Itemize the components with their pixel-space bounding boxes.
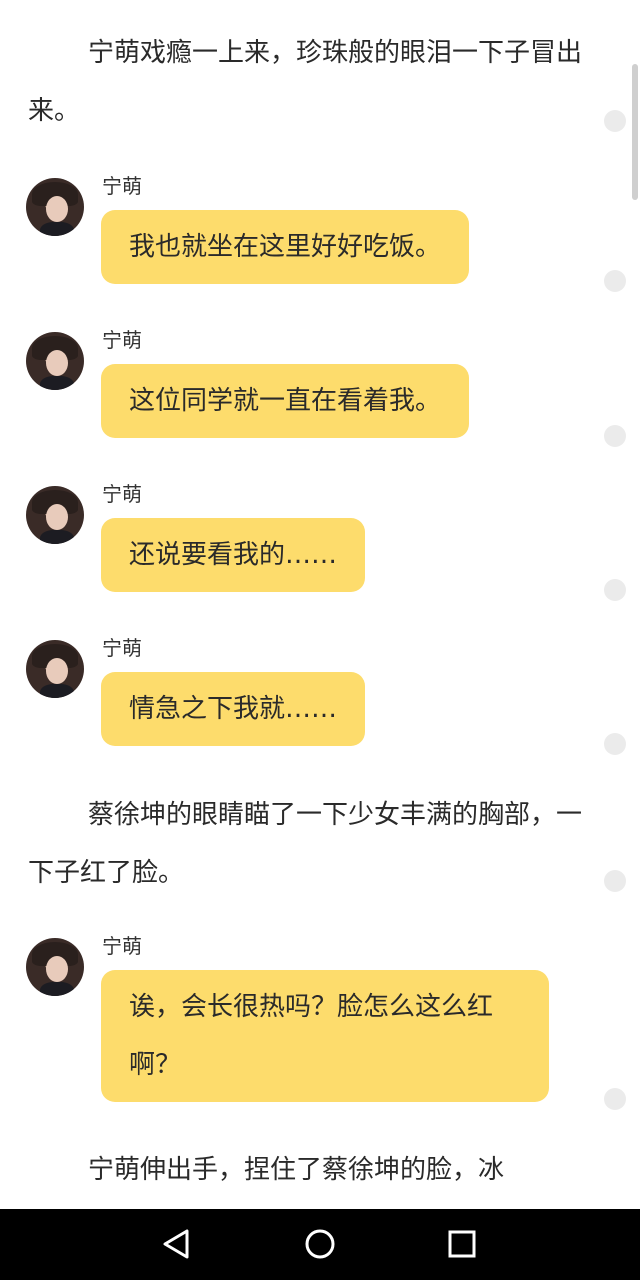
scrollbar[interactable] (632, 64, 638, 200)
message-bubble: 情急之下我就…… (101, 672, 366, 746)
narration-text: 蔡徐坤的眼睛瞄了一下少女丰满的胸部，一下子红了脸。 (28, 800, 583, 888)
message-bubble: 还说要看我的…… (101, 518, 366, 592)
sender-name: 宁萌 (102, 174, 142, 198)
page-dot (604, 870, 626, 892)
page-dot (604, 425, 626, 447)
sender-name: 宁萌 (102, 482, 142, 506)
recent-square-icon[interactable] (445, 1227, 479, 1261)
home-circle-icon[interactable] (303, 1227, 337, 1261)
page-dot (604, 110, 626, 132)
page-dot (604, 733, 626, 755)
avatar[interactable] (26, 178, 84, 236)
system-navigation-bar (0, 1209, 640, 1280)
page-dot (604, 579, 626, 601)
avatar[interactable] (26, 486, 84, 544)
sender-name: 宁萌 (102, 636, 142, 660)
avatar[interactable] (26, 938, 84, 996)
page-dot (604, 270, 626, 292)
back-triangle-icon[interactable] (160, 1227, 194, 1261)
message-bubble: 我也就坐在这里好好吃饭。 (101, 210, 470, 284)
sender-name: 宁萌 (102, 934, 142, 958)
sender-name: 宁萌 (102, 328, 142, 352)
avatar[interactable] (26, 640, 84, 698)
narration-text: 宁萌戏瘾一上来，珍珠般的眼泪一下子冒出来。 (28, 38, 583, 126)
page-dot (604, 1088, 626, 1110)
avatar[interactable] (26, 332, 84, 390)
message-bubble: 这位同学就一直在看着我。 (101, 364, 470, 438)
message-bubble: 诶，会长很热吗？脸怎么这么红啊？ (101, 970, 549, 1102)
narration-text: 宁萌伸出手，捏住了蔡徐坤的脸，冰 (88, 1155, 505, 1185)
